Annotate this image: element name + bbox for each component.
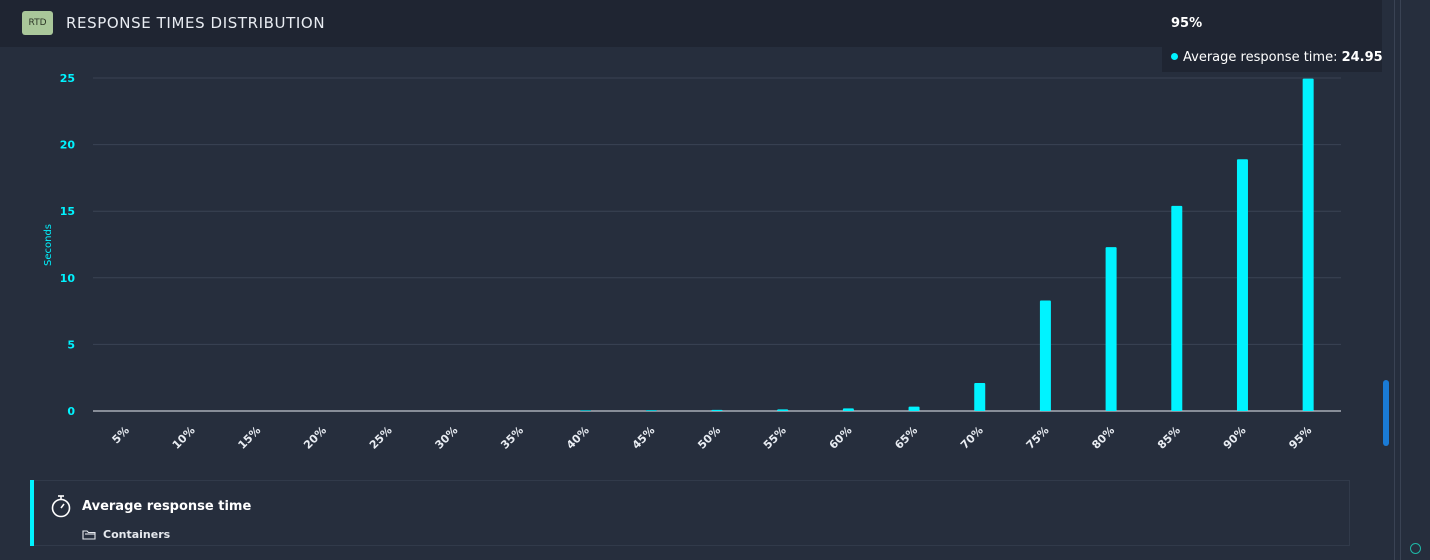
tooltip-series-label: Average response time: <box>1183 50 1338 65</box>
x-tick-label: 15% <box>236 424 264 452</box>
chevron-circle-icon[interactable] <box>1410 543 1421 554</box>
x-tick-label: 10% <box>170 424 198 452</box>
x-tick-label: 90% <box>1221 424 1249 452</box>
metric-name: Average response time <box>82 499 252 514</box>
x-tick-label: 60% <box>827 424 855 452</box>
bar <box>711 409 723 411</box>
bar <box>908 406 920 411</box>
right-rail <box>1382 0 1430 560</box>
x-tick-label: 75% <box>1024 424 1052 452</box>
x-tick-label: 70% <box>958 424 986 452</box>
x-tick-label: 45% <box>630 424 658 452</box>
x-tick-label: 30% <box>433 424 461 452</box>
x-tick-label: 40% <box>564 424 592 452</box>
rail-divider <box>1394 0 1395 560</box>
x-tick-label: 35% <box>498 424 526 452</box>
metric-card-accent <box>30 480 34 546</box>
x-tick-label: 95% <box>1286 424 1314 452</box>
bar <box>777 409 789 411</box>
bar <box>974 383 986 411</box>
x-tick-label: 25% <box>367 424 395 452</box>
x-tick-label: 65% <box>892 424 920 452</box>
y-tick-label: 10 <box>60 272 76 285</box>
bar <box>1171 205 1183 411</box>
bar <box>645 410 657 411</box>
scrollbar-thumb[interactable] <box>1383 380 1389 446</box>
x-tick-label: 85% <box>1155 424 1183 452</box>
y-axis-label: Seconds <box>43 224 54 266</box>
bar <box>1236 159 1248 411</box>
x-tick-label: 50% <box>695 424 723 452</box>
x-tick-label: 80% <box>1089 424 1117 452</box>
x-tick-label: 20% <box>301 424 329 452</box>
bar <box>1302 78 1314 412</box>
x-tick-label: 55% <box>761 424 789 452</box>
bar <box>1105 247 1117 411</box>
bar <box>580 410 592 411</box>
y-tick-label: 0 <box>67 405 75 418</box>
series-dot-icon <box>1171 53 1178 60</box>
stopwatch-icon <box>51 495 71 518</box>
y-tick-label: 25 <box>60 72 75 85</box>
y-tick-label: 15 <box>60 205 75 218</box>
entity-type: Containers <box>103 528 171 541</box>
y-tick-label: 20 <box>60 139 76 152</box>
rail-divider <box>1400 0 1401 560</box>
tooltip-title: 95% <box>1171 16 1203 31</box>
folder-icon <box>82 530 96 540</box>
bar <box>1039 300 1051 411</box>
bar <box>842 408 854 411</box>
y-tick-label: 5 <box>67 338 75 351</box>
x-tick-label: 5% <box>110 424 132 446</box>
